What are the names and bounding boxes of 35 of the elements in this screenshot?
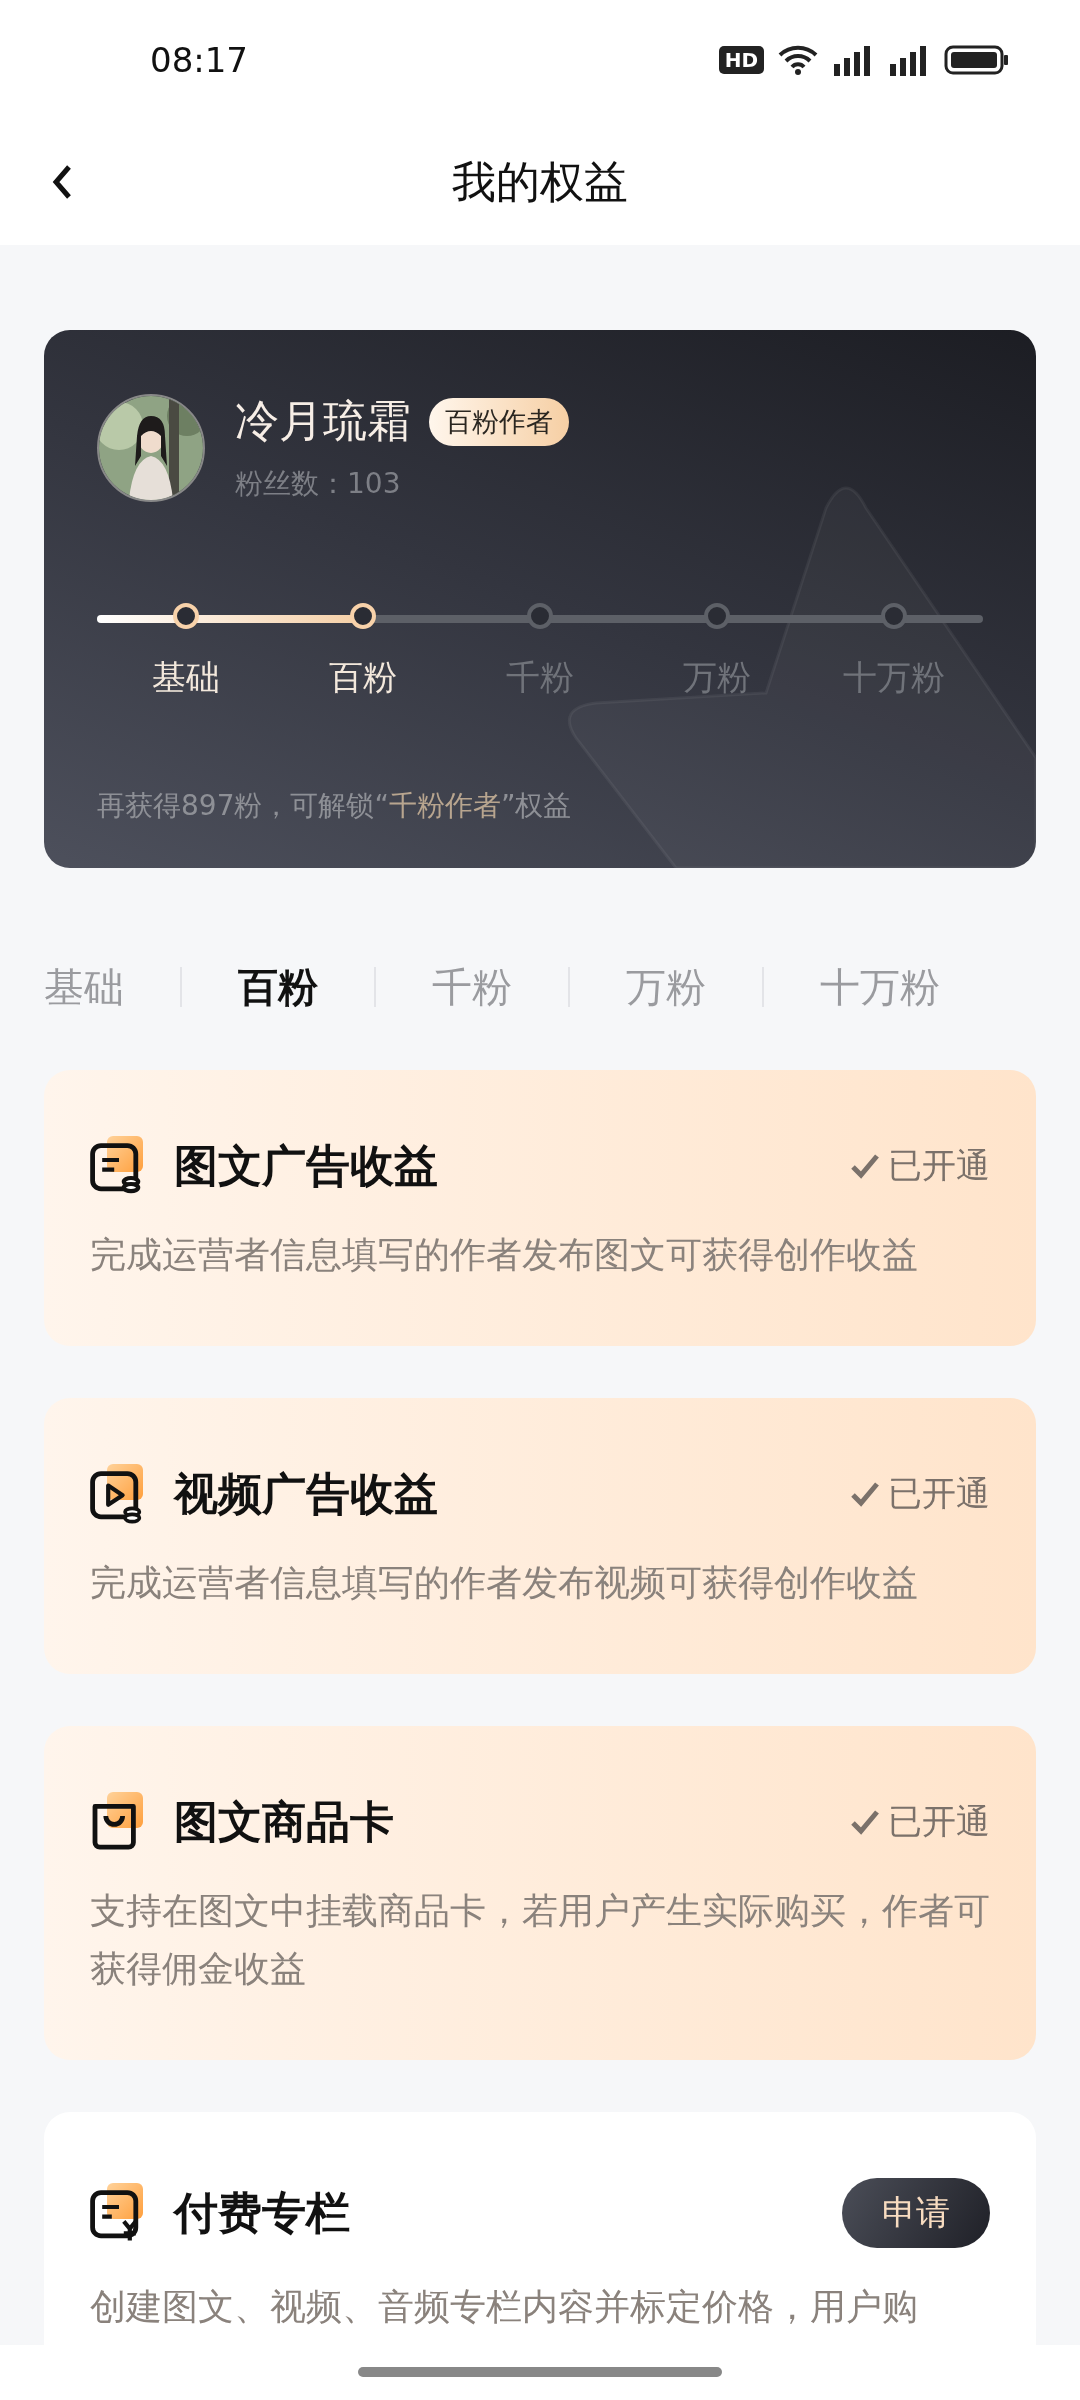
check-icon: [850, 1153, 880, 1179]
benefit-description: 完成运营者信息填写的作者发布视频可获得创作收益: [90, 1561, 919, 1605]
benefit-description: 创建图文、视频、音频专栏内容并标定价格，用户购: [90, 2285, 919, 2329]
status-label: 已开通: [850, 1143, 990, 1189]
stage-label: 万粉: [683, 656, 752, 699]
benefit-description: 完成运营者信息填写的作者发布图文可获得创作收益: [90, 1233, 919, 1277]
check-icon: [850, 1809, 880, 1835]
level-tab[interactable]: 万粉: [626, 959, 706, 1015]
stage-label: 百粉: [328, 656, 397, 699]
hd-badge: HD: [718, 46, 764, 74]
back-icon: [51, 163, 73, 201]
check-icon: [850, 1481, 880, 1507]
benefit-title: 视频广告收益: [174, 1466, 439, 1521]
fan-count: 粉丝数：103: [235, 466, 402, 502]
level-tab[interactable]: 基础: [44, 959, 124, 1015]
stage-label: 基础: [151, 656, 220, 699]
benefit-description: 支持在图文中挂载商品卡，若用户产生实际购买，作者可获得佣金收益: [90, 1889, 990, 1991]
stage-label: 千粉: [506, 656, 574, 699]
wifi-icon: [778, 45, 818, 75]
unlock-hint: 再获得897粉，可解锁“千粉作者”权益: [97, 788, 573, 824]
level-tab[interactable]: 千粉: [432, 959, 512, 1015]
benefit-title: 付费专栏: [174, 2185, 351, 2240]
page-title: 我的权益: [452, 155, 628, 209]
benefit-title: 图文商品卡: [174, 1794, 395, 1849]
status-label: 已开通: [850, 1799, 990, 1845]
benefit-title: 图文广告收益: [174, 1138, 439, 1193]
level-tab[interactable]: 百粉: [238, 959, 318, 1015]
level-tab[interactable]: 十万粉: [820, 959, 940, 1015]
status-time: 08:17: [150, 40, 249, 80]
stage-label: 十万粉: [843, 656, 946, 699]
status-label: 已开通: [850, 1471, 990, 1517]
user-name: 冷月琉霜: [235, 394, 411, 448]
apply-button[interactable]: 申请: [842, 2178, 990, 2248]
author-badge: 百粉作者: [429, 397, 569, 446]
battery-icon: [944, 45, 1010, 75]
